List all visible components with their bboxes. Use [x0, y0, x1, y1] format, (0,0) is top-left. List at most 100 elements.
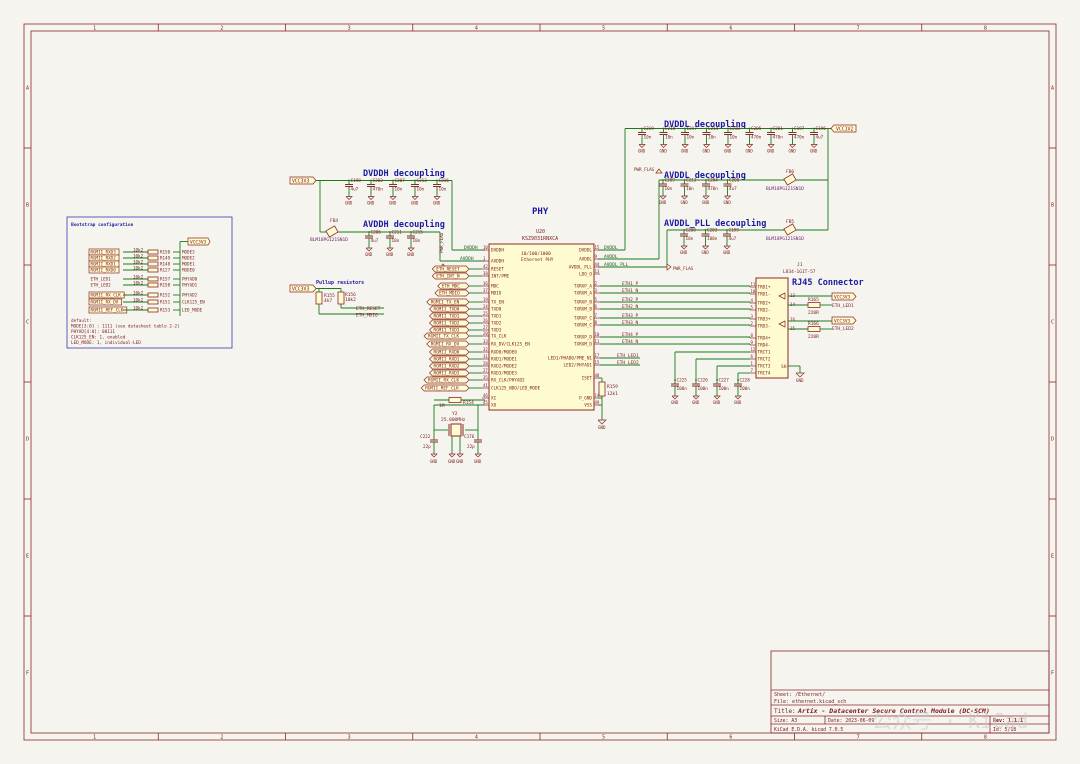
cap-value: 10n: [392, 238, 400, 244]
rj45-pin-name: TRD1+: [758, 285, 771, 291]
cap-value: 4u7: [816, 135, 824, 141]
ic-pin-name: TX_CLK: [491, 334, 507, 340]
svg-text:CLK125_EN: CLK125_EN: [182, 300, 205, 305]
ic-pin-name: CLK125_NDO/LED_MODE: [491, 386, 541, 392]
frame-col-label: 3: [348, 26, 351, 32]
svg-text:PWR_FLAG: PWR_FLAG: [439, 232, 444, 253]
svg-text:RGMII_RXD1: RGMII_RXD1: [434, 357, 460, 363]
gnd-label: GND: [692, 400, 700, 405]
svg-text:VCC1V2: VCC1V2: [836, 127, 853, 133]
ic-pin-name: TXRXM_B: [574, 307, 593, 313]
cap-value: 10n: [665, 135, 673, 141]
cap-value: 100n: [719, 386, 730, 392]
ic-pin-name: AVDDH: [491, 259, 504, 265]
svg-text:R159: R159: [607, 384, 618, 390]
frame-row-label: C: [26, 320, 29, 326]
gnd-label: GND: [724, 200, 732, 205]
svg-text:PWR_FLAG: PWR_FLAG: [634, 167, 655, 172]
cap-value: 470n: [373, 187, 384, 193]
ic-pin-name: P_GND: [579, 396, 592, 402]
gnd-label: GND: [659, 200, 667, 205]
rj45-pin-num: 11: [751, 282, 756, 287]
cap-ref: C222: [420, 434, 431, 440]
rj45-pin-name: TRD3+: [758, 317, 771, 323]
svg-text:ETH2_P: ETH2_P: [622, 297, 639, 303]
ic-pin-name: AVDDL_PLL: [569, 265, 593, 271]
cap-ref: C218: [665, 126, 676, 132]
ic-pin-name: RXD1/MODE1: [491, 357, 517, 363]
frame-col-label: 5: [602, 735, 605, 741]
dvddl-net: DVDDL: [604, 245, 618, 251]
ic-pin-name: MDIO: [491, 291, 502, 297]
svg-text:FB5: FB5: [786, 219, 794, 225]
ic-pin-num: 19: [483, 297, 488, 302]
cap-ref: C211: [392, 230, 403, 236]
cap-value: 10n: [708, 135, 716, 141]
gnd-label: GND: [681, 149, 689, 154]
rj45-pin-name: TRD2-: [758, 308, 771, 314]
svg-text:FB6: FB6: [786, 169, 794, 175]
pullup-title: Pullup resistors: [316, 280, 364, 286]
svg-text:ETH3_P: ETH3_P: [622, 313, 639, 319]
gnd-label: GND: [345, 201, 353, 206]
cap-value: 10n: [686, 236, 694, 242]
svg-text:10k2: 10k2: [133, 298, 144, 303]
svg-text:R151: R151: [160, 300, 171, 305]
svg-text:PHYAD0: PHYAD0: [182, 277, 198, 282]
rj45-pin-name: TRD3-: [758, 324, 771, 330]
ic-pin-name: ISET: [582, 376, 593, 382]
avddl-pll-net: AVDDL_PLL: [604, 262, 629, 268]
ic-pin-name: TXRXP_D: [574, 335, 593, 341]
svg-text:RGMII_TXD0: RGMII_TXD0: [434, 307, 460, 313]
tb-file: File: ethernet.kicad_sch: [774, 699, 846, 705]
cap-ref: C215: [413, 230, 424, 236]
svg-text:RGMII_RX_DV: RGMII_RX_DV: [91, 300, 119, 305]
frame-col-label: 4: [475, 735, 478, 741]
cap-ref: C197: [794, 126, 805, 132]
svg-text:RGMII_REF_CLK: RGMII_REF_CLK: [425, 386, 459, 392]
svg-text:MODE1: MODE1: [182, 262, 195, 267]
svg-text:MODE2: MODE2: [182, 256, 195, 261]
ic-pin-name: RX_CLK/PHYAD2: [491, 378, 525, 384]
svg-text:RGMII_RXD1: RGMII_RXD1: [91, 262, 117, 267]
cap-ref: C208: [686, 228, 697, 234]
ic-pin-name: TXD1: [491, 314, 502, 320]
svg-text:R152: R152: [160, 293, 171, 298]
svg-text:ETH1_N: ETH1_N: [622, 288, 639, 294]
rj45-pin-name: TRD1-: [758, 292, 771, 298]
svg-text:R157: R157: [160, 277, 171, 282]
ic-pin-num: 25: [483, 311, 488, 316]
svg-text:10k2: 10k2: [133, 254, 144, 259]
ic-pin-name: RESET: [491, 267, 504, 273]
svg-text:10k2: 10k2: [133, 306, 144, 311]
frame-row-label: B: [1051, 203, 1054, 209]
tb-date: Date: 2023-06-09: [828, 718, 874, 724]
ic-pin-name: RX_DV/CLK125_EN: [491, 342, 530, 348]
cap-value: 4u7: [371, 238, 379, 244]
ic-pin-num: 37: [483, 288, 488, 293]
svg-text:RGMII_RXD0: RGMII_RXD0: [434, 350, 460, 356]
svg-text:10k2: 10k2: [133, 291, 144, 296]
r166: R166 220R: [807, 321, 821, 340]
gnd-label: GND: [681, 200, 689, 205]
schematic-sheet: 1122334455667788A AB BC CD DE EF F DVDDH decou…: [0, 0, 1080, 764]
cap-ref: C204: [708, 178, 719, 184]
frame-col-label: 7: [857, 26, 860, 32]
ic-pin-num: 33: [483, 339, 488, 344]
ic-pin-name: TXRXM_A: [574, 291, 593, 297]
ic-part: KSZ9031RNXCA: [522, 236, 558, 242]
bootstrap-note: LED_MODE: 1, individual-LED: [71, 340, 141, 346]
ic-pin-num: 42: [483, 264, 488, 269]
avddh-net: AVDDH: [460, 256, 474, 262]
gnd-label: GND: [723, 250, 731, 255]
frame-row-label: C: [1051, 320, 1054, 326]
avddh-title: AVDDH decoupling: [363, 219, 445, 230]
svg-text:Y2: Y2: [452, 411, 458, 417]
svg-text:10k2: 10k2: [133, 248, 144, 253]
svg-text:FB4: FB4: [330, 218, 338, 224]
cap-value: 10n: [413, 238, 421, 244]
ic-pin-name: TXD0: [491, 307, 502, 313]
cap-ref: C200: [729, 178, 740, 184]
iset-resistor: R159 12k1: [598, 381, 618, 397]
svg-text:RGMII_RXD3: RGMII_RXD3: [91, 250, 117, 255]
